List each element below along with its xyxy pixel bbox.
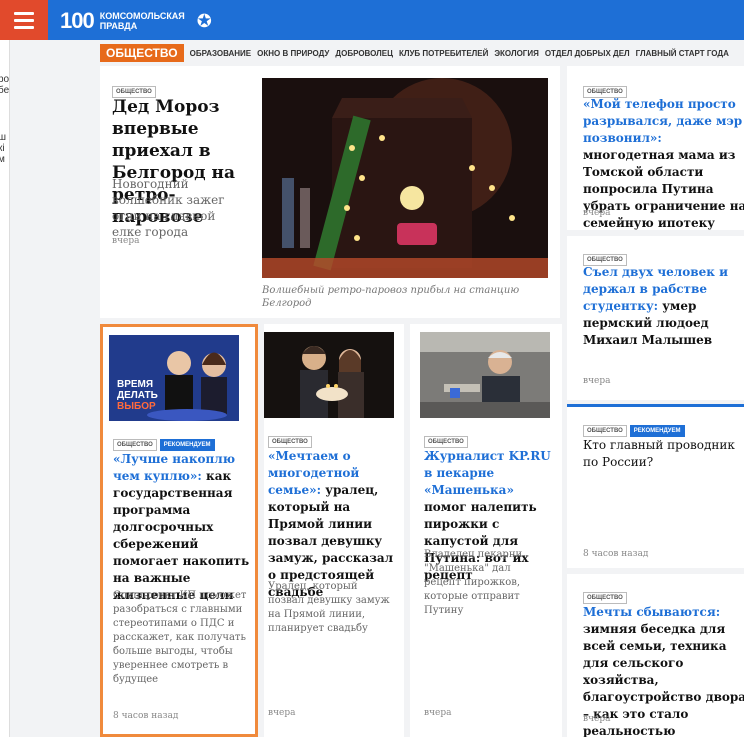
promo-text: ВРЕМЯ ДЕЛАТЬ ВЫБОР	[117, 379, 158, 412]
timestamp: вчера	[424, 708, 452, 718]
nav-link-main-start[interactable]: ГЛАВНЫЙ СТАРТ ГОДА	[636, 49, 729, 58]
order-medal-icon: ✪	[196, 10, 212, 31]
timestamp: вчера	[583, 208, 611, 218]
retro-locomotive-image	[262, 78, 548, 278]
timestamp: 8 часов назад	[583, 549, 649, 559]
couple-cake-image	[264, 332, 394, 418]
nav-link-volunteer[interactable]: ДОБРОВОЛЕЦ	[335, 49, 393, 58]
category-tag[interactable]: ОБЩЕСТВО	[424, 436, 468, 448]
promo-image[interactable]: ВРЕМЯ ДЕЛАТЬ ВЫБОР	[109, 335, 239, 421]
right-story-headline[interactable]: Съел двух человек и держал в рабстве сту…	[583, 264, 744, 349]
right-story-headline[interactable]: Кто главный проводник по России?	[583, 437, 744, 471]
right-story-card[interactable]: ОБЩЕСТВО «Мой телефон просто разрывался,…	[567, 66, 744, 230]
clipped-text: ш	[0, 132, 9, 143]
highlighted-story-card[interactable]: ВРЕМЯ ДЕЛАТЬ ВЫБОР ОБЩЕСТВО РЕКОМЕНДУЕМ «…	[100, 324, 258, 737]
nav-link-ecology[interactable]: ЭКОЛОГИЯ	[494, 49, 538, 58]
menu-icon-line	[14, 25, 34, 29]
section-active-tag[interactable]: ОБЩЕСТВО	[100, 44, 184, 62]
story-headline[interactable]: «Лучше накоплю чем куплю»: как государст…	[113, 451, 253, 604]
logo-line-1: КОМСОМОЛЬСКАЯ	[99, 11, 185, 21]
main-story-lead: Новогодний волшебник зажег огни на главн…	[112, 177, 225, 239]
menu-icon-line	[14, 18, 34, 22]
baker-image	[420, 332, 550, 418]
story-card[interactable]: ОБЩЕСТВО Журналист KP.RU в пекарне «Маше…	[410, 324, 562, 737]
menu-icon-line	[14, 11, 34, 15]
headline-rest: как государственная программа долгосрочн…	[113, 469, 250, 602]
timestamp: 8 часов назад	[113, 711, 179, 721]
main-story-image[interactable]	[262, 78, 548, 278]
story-lead: Владелец пекарни "Машенька" дал рецепт п…	[424, 549, 523, 616]
site-logo[interactable]: 100 КОМСОМОЛЬСКАЯ ПРАВДА ✪	[60, 8, 212, 34]
top-bar: 100 КОМСОМОЛЬСКАЯ ПРАВДА ✪	[0, 0, 744, 40]
timestamp: вчера	[268, 708, 296, 718]
timestamp: вчера	[583, 376, 611, 386]
clipped-text: кі	[0, 143, 5, 154]
category-tag[interactable]: ОБЩЕСТВО	[583, 425, 627, 437]
recommend-tag[interactable]: РЕКОМЕНДУЕМ	[159, 439, 215, 451]
logo-line-2: ПРАВДА	[99, 21, 138, 31]
timestamp: вчера	[583, 714, 611, 724]
nav-link-education[interactable]: ОБРАЗОВАНИЕ	[190, 49, 252, 58]
nav-link-consumers[interactable]: КЛУБ ПОТРЕБИТЕЛЕЙ	[399, 49, 488, 58]
section-nav: ОБЩЕСТВО ОБРАЗОВАНИЕ ОКНО В ПРИРОДУ ДОБР…	[100, 44, 729, 62]
headline-highlight: Журналист KP.RU в пекарне «Машенька»	[424, 449, 551, 497]
headline-highlight: Съел двух человек и держал в рабстве сту…	[583, 265, 728, 313]
story-lead: Спецпроект КП поможет разобраться с глав…	[113, 590, 247, 685]
nav-link-nature[interactable]: ОКНО В ПРИРОДУ	[257, 49, 329, 58]
headline-highlight: Мечты сбываются:	[583, 605, 721, 619]
story-card[interactable]: ОБЩЕСТВО «Мечтаем о многодетной семье»: …	[264, 324, 404, 737]
story-headline[interactable]: «Мечтаем о многодетной семье»: уралец, к…	[268, 448, 396, 601]
right-story-card[interactable]: ОБЩЕСТВО Съел двух человек и держал в ра…	[567, 236, 744, 400]
story-image[interactable]	[264, 332, 394, 418]
headline-highlight: «Мой телефон просто разрывался, даже мэр…	[583, 97, 743, 145]
clipped-text: ро	[0, 74, 10, 85]
nav-link-good-deeds[interactable]: ОТДЕЛ ДОБРЫХ ДЕЛ	[545, 49, 630, 58]
image-caption: Волшебный ретро-паровоз прибыл на станци…	[262, 285, 520, 309]
category-tag[interactable]: ОБЩЕСТВО	[268, 436, 312, 448]
story-lead: Уралец, который позвал девушку замуж на …	[268, 581, 390, 634]
recommend-tag[interactable]: РЕКОМЕНДУЕМ	[629, 425, 685, 437]
hamburger-menu-button[interactable]	[0, 0, 48, 40]
clipped-text: бе	[0, 85, 10, 96]
clipped-text: м	[0, 154, 9, 165]
main-story-card[interactable]: ОБЩЕСТВО Дед Мороз впервые приехал в Бел…	[100, 66, 560, 318]
left-clipped-panel: ро бе ш кі м	[0, 40, 10, 737]
right-story-card[interactable]: ОБЩЕСТВО РЕКОМЕНДУЕМ Кто главный проводни…	[567, 404, 744, 568]
category-tag[interactable]: ОБЩЕСТВО	[583, 592, 627, 604]
story-image[interactable]	[420, 332, 550, 418]
right-story-card[interactable]: ОБЩЕСТВО Мечты сбываются: зимняя беседка…	[567, 574, 744, 737]
category-tag[interactable]: ОБЩЕСТВО	[113, 439, 157, 451]
timestamp: вчера	[112, 236, 140, 246]
logo-mark: 100	[60, 8, 95, 33]
headline-rest: Кто главный проводник по России?	[583, 438, 735, 469]
